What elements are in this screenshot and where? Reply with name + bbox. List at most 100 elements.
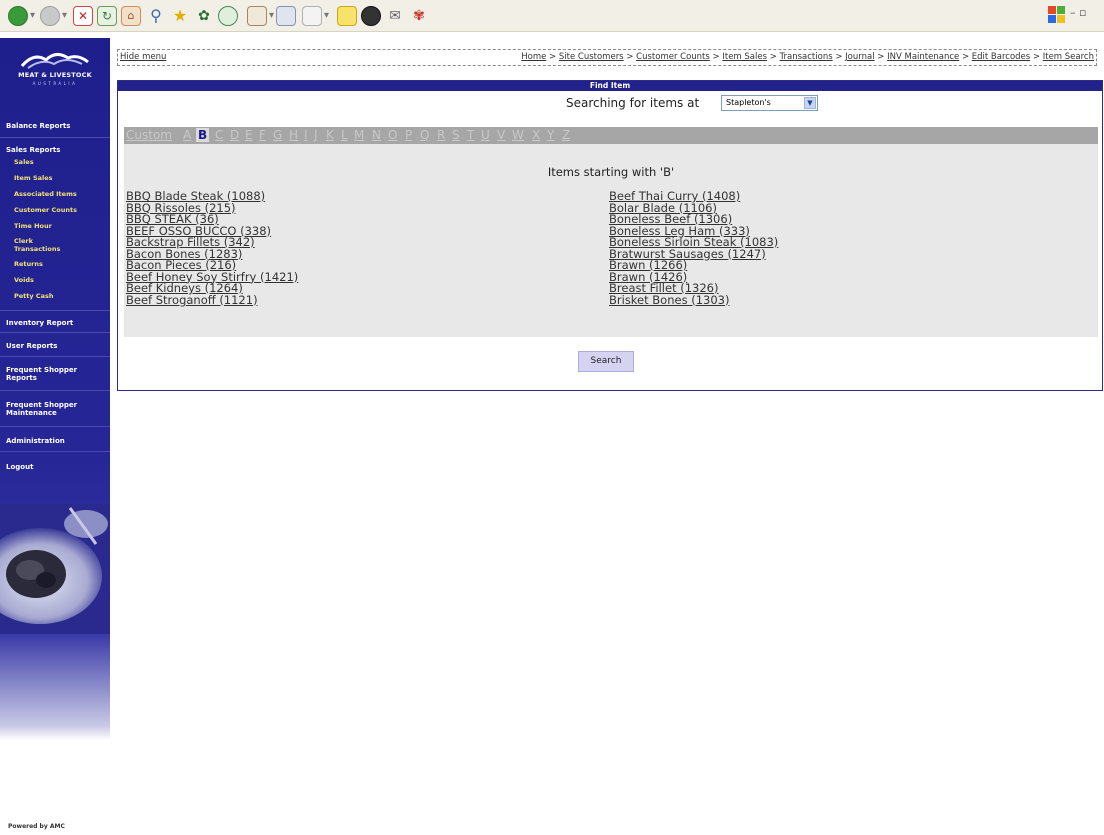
letter-tab-l[interactable]: L [341,128,348,142]
powered-by-text: Powered by AMC [8,823,65,830]
letter-tab-a[interactable]: A [183,128,191,142]
sidebar-item-customer-counts[interactable]: Customer Counts [0,206,110,214]
item-link[interactable]: Brisket Bones (1303) [609,294,1089,307]
letter-tab-q[interactable]: Q [420,128,429,142]
sidebar-item-frequent-shopper-reports[interactable]: Frequent Shopper Reports [0,366,90,382]
windows-logo-icon: – ▫ [1048,6,1104,26]
letter-tab-j[interactable]: J [314,128,318,142]
letter-tab-b[interactable]: B [196,128,210,142]
letter-tab-i[interactable]: I [304,128,308,142]
edit-dropdown-icon[interactable]: ▾ [324,8,329,24]
sidebar-divider [0,332,110,333]
media-icon[interactable]: ✿ [194,6,214,26]
sidebar-item-voids[interactable]: Voids [0,276,110,284]
letter-tab-r[interactable]: R [437,128,445,142]
back-icon[interactable] [8,6,28,26]
letter-tab-z[interactable]: Z [562,128,570,142]
breadcrumb-item-sales[interactable]: Item Sales [722,52,767,62]
results-area: Items starting with 'B' BBQ Blade Steak … [124,144,1098,337]
letter-tab-c[interactable]: C [215,128,223,142]
messenger-icon[interactable] [361,6,381,26]
breadcrumb-separator: > [835,52,843,62]
sidebar-item-sales[interactable]: Sales [0,158,110,166]
letter-tab-x[interactable]: X [532,128,540,142]
letter-tab-f[interactable]: F [259,128,266,142]
letter-tab-n[interactable]: N [372,128,381,142]
sidebar-item-item-sales[interactable]: Item Sales [0,174,110,182]
research-icon[interactable]: ✾ [409,6,429,26]
refresh-icon[interactable]: ↻ [97,6,117,26]
breadcrumb-site-customers[interactable]: Site Customers [559,52,624,62]
back-dropdown-icon[interactable]: ▾ [30,8,35,24]
hide-menu-link[interactable]: Hide menu [120,52,166,62]
letter-tab-o[interactable]: O [388,128,397,142]
breadcrumb-home[interactable]: Home [521,52,546,62]
letter-tab-h[interactable]: H [289,128,298,142]
letter-tab-y[interactable]: Y [547,128,554,142]
notes-icon[interactable] [337,6,357,26]
sidebar-item-petty-cash[interactable]: Petty Cash [0,292,110,300]
sidebar-item-sales-reports[interactable]: Sales Reports [0,146,110,154]
sidebar-item-frequent-shopper-maintenance[interactable]: Frequent Shopper Maintenance [0,401,90,417]
edit-icon[interactable] [302,6,322,26]
letter-tab-p[interactable]: P [405,128,412,142]
breadcrumb-edit-barcodes[interactable]: Edit Barcodes [972,52,1030,62]
sidebar-item-clerk-transactions[interactable]: Clerk Transactions [0,237,60,253]
sidebar-item-administration[interactable]: Administration [0,437,110,445]
sidebar-item-logout[interactable]: Logout [0,463,110,471]
sidebar-divider [0,451,110,452]
chevron-down-icon[interactable]: ▼ [804,97,816,109]
letter-tab-k[interactable]: K [326,128,334,142]
breadcrumb-separator: > [549,52,557,62]
letter-tab-custom[interactable]: Custom [126,128,172,142]
favorites-icon[interactable]: ★ [170,6,190,26]
sidebar-item-returns[interactable]: Returns [0,260,110,268]
logo-brand-text: MEAT & LIVESTOCK [18,71,92,79]
sidebar-item-associated-items[interactable]: Associated Items [0,190,110,198]
logo-mark-icon [20,53,89,69]
sidebar-item-user-reports[interactable]: User Reports [0,342,110,350]
stop-icon[interactable]: ✕ [73,6,93,26]
sidebar-divider [0,426,110,427]
letter-tab-u[interactable]: U [481,128,490,142]
letter-tab-e[interactable]: E [245,128,253,142]
letter-tab-v[interactable]: V [497,128,505,142]
logo: MEAT & LIVESTOCK AUSTRALIA [0,38,110,98]
food-photo [0,504,110,634]
letter-tab-s[interactable]: S [452,128,460,142]
mail-dropdown-icon[interactable]: ▾ [269,8,274,24]
breadcrumb-item-search[interactable]: Item Search [1043,52,1094,62]
window-controls[interactable]: – ▫ [1070,6,1086,19]
letter-tab-m[interactable]: M [354,128,364,142]
sidebar-item-balance-reports[interactable]: Balance Reports [0,122,110,130]
mail-icon[interactable] [247,6,267,26]
letter-tab-t[interactable]: T [467,128,474,142]
sidebar-item-time-hour[interactable]: Time Hour [0,222,110,230]
sidebar-item-inventory-report[interactable]: Inventory Report [0,319,110,327]
discuss-icon[interactable]: ✉ [385,6,405,26]
logo-brand-subtext: AUSTRALIA [32,81,78,86]
search-button[interactable]: Search [578,351,634,372]
breadcrumb-transactions[interactable]: Transactions [780,52,833,62]
breadcrumb-journal[interactable]: Journal [845,52,874,62]
letter-tab-w[interactable]: W [512,128,524,142]
breadcrumb-separator: > [626,52,634,62]
print-icon[interactable] [276,6,296,26]
breadcrumb-inv-maintenance[interactable]: INV Maintenance [887,52,959,62]
letter-filter-bar: Custom A B C D E F G H I J K L M N O P Q… [124,127,1098,144]
home-icon[interactable]: ⌂ [121,6,141,26]
sidebar-divider [0,310,110,311]
forward-dropdown-icon[interactable]: ▾ [62,8,67,24]
history-icon[interactable] [218,6,238,26]
letter-tab-g[interactable]: G [273,128,282,142]
results-heading: Items starting with 'B' [547,165,675,179]
item-link[interactable]: Beef Stroganoff (1121) [126,294,606,307]
store-select[interactable]: Stapleton's ▼ [721,95,818,111]
breadcrumb-customer-counts[interactable]: Customer Counts [636,52,710,62]
sidebar-divider [0,356,110,357]
letter-tab-d[interactable]: D [230,128,239,142]
search-label: Searching for items at [566,96,700,110]
search-icon[interactable]: ⚲ [146,6,166,26]
forward-icon[interactable] [40,6,60,26]
search-row: Searching for items at Stapleton's ▼ [118,94,1102,114]
